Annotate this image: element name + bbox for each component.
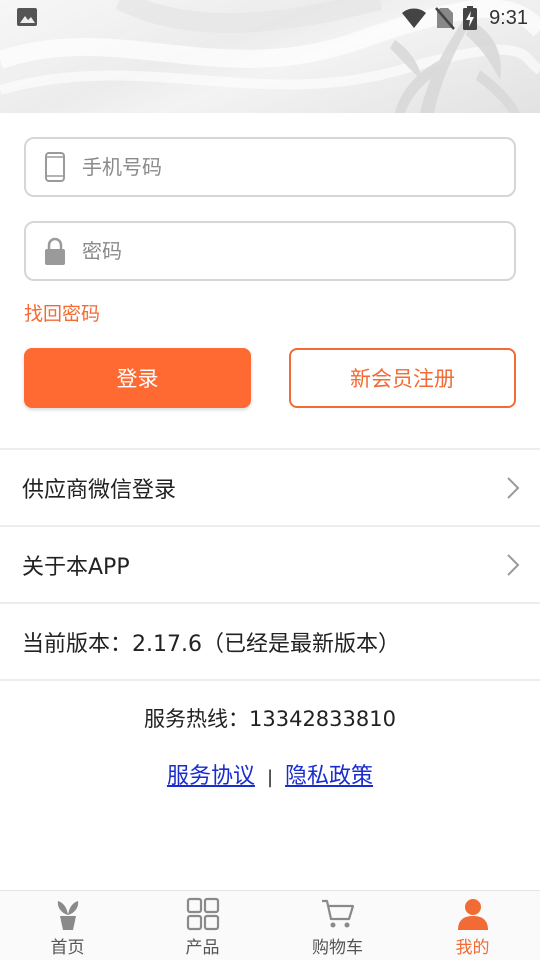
wifi-icon bbox=[402, 8, 427, 28]
link-separator: | bbox=[266, 767, 274, 788]
image-notification-icon bbox=[17, 8, 37, 26]
supplier-wechat-login-row[interactable]: 供应商微信登录 bbox=[0, 450, 540, 526]
service-agreement-link[interactable]: 服务协议 bbox=[167, 764, 255, 789]
password-input[interactable] bbox=[82, 233, 482, 269]
lock-icon bbox=[45, 237, 65, 265]
tab-products-label: 产品 bbox=[185, 938, 220, 958]
about-app-row[interactable]: 关于本APP bbox=[0, 527, 540, 603]
phone-field[interactable] bbox=[24, 137, 516, 197]
no-sim-icon bbox=[435, 7, 456, 30]
policy-links: 服务协议 | 隐私政策 bbox=[0, 758, 540, 790]
phone-input[interactable] bbox=[82, 149, 482, 185]
divider bbox=[0, 679, 540, 681]
battery-charging-icon bbox=[463, 6, 478, 30]
current-version-label: 当前版本：2.17.6（已经是最新版本） bbox=[22, 632, 400, 657]
tab-home-label: 首页 bbox=[50, 938, 85, 958]
header-banner: 9:31 bbox=[0, 0, 540, 113]
clock-time: 9:31 bbox=[489, 6, 528, 29]
current-version-row: 当前版本：2.17.6（已经是最新版本） bbox=[0, 604, 540, 680]
login-button[interactable]: 登录 bbox=[24, 348, 251, 408]
user-icon bbox=[457, 899, 488, 930]
forgot-password-link[interactable]: 找回密码 bbox=[24, 299, 100, 326]
tab-mine-label: 我的 bbox=[455, 938, 490, 958]
status-bar: 9:31 bbox=[0, 0, 540, 36]
supplier-wechat-login-label: 供应商微信登录 bbox=[22, 478, 177, 503]
chevron-right-icon bbox=[507, 554, 520, 576]
plant-icon bbox=[57, 901, 78, 930]
tab-cart[interactable]: 购物车 bbox=[270, 891, 405, 960]
bottom-navigation: 首页 产品 购物车 我的 bbox=[0, 890, 540, 960]
chevron-right-icon bbox=[507, 477, 520, 499]
tab-home[interactable]: 首页 bbox=[0, 891, 135, 960]
tab-mine[interactable]: 我的 bbox=[405, 891, 540, 960]
tab-products[interactable]: 产品 bbox=[135, 891, 270, 960]
about-app-label: 关于本APP bbox=[22, 555, 130, 580]
password-field[interactable] bbox=[24, 221, 516, 281]
service-hotline: 服务热线：13342833810 bbox=[144, 707, 396, 731]
cart-icon bbox=[321, 899, 354, 928]
grid-icon bbox=[186, 897, 219, 931]
privacy-policy-link[interactable]: 隐私政策 bbox=[285, 764, 373, 789]
phone-icon bbox=[45, 152, 65, 182]
register-button[interactable]: 新会员注册 bbox=[289, 348, 516, 408]
tab-cart-label: 购物车 bbox=[312, 938, 363, 958]
